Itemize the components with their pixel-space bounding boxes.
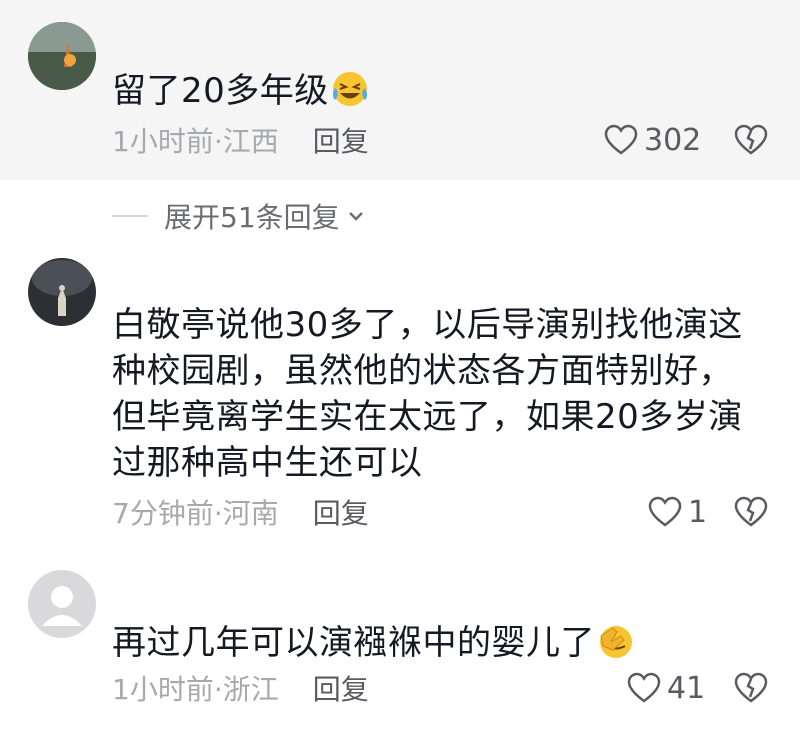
comment-item: 再过几年可以演襁褓中的婴儿了 1小时前·浙江 回复 41: [0, 560, 800, 741]
like-count: 1: [688, 494, 708, 530]
like-button[interactable]: 302: [604, 120, 701, 160]
divider: [112, 215, 148, 217]
broken-heart-icon[interactable]: [734, 671, 768, 705]
comment-meta: 1小时前·江西 回复: [112, 120, 369, 160]
heart-icon: [648, 496, 682, 527]
comment-item: 白敬亭说他30多了，以后导演别找他演这种校园剧，虽然他的状态各方面特别好，但毕竟…: [0, 250, 800, 550]
avatar[interactable]: [28, 258, 96, 326]
broken-heart-icon[interactable]: [734, 495, 768, 529]
expand-replies-button[interactable]: 展开51条回复: [112, 196, 366, 236]
time-location: 7分钟前·河南: [112, 497, 279, 530]
facepalm-emoji: [597, 622, 635, 660]
reply-button[interactable]: 回复: [313, 492, 369, 532]
reply-button[interactable]: 回复: [313, 668, 369, 708]
comment-meta: 1小时前·浙江 回复: [112, 668, 369, 708]
chevron-down-icon: [348, 212, 363, 221]
like-count: 302: [644, 122, 702, 158]
laughing-crying-emoji: [331, 70, 369, 108]
time-location: 1小时前·江西: [112, 125, 279, 158]
comment-item: 留了20多年级 1小时前·江西 回复 302: [0, 0, 800, 180]
broken-heart-icon[interactable]: [734, 123, 768, 157]
comment-text: 留了20多年级: [112, 68, 760, 114]
heart-icon: [627, 672, 661, 703]
reply-button[interactable]: 回复: [313, 120, 369, 160]
avatar[interactable]: [28, 22, 96, 90]
like-count: 41: [667, 670, 706, 706]
avatar[interactable]: [28, 570, 96, 638]
time-location: 1小时前·浙江: [112, 673, 279, 706]
comment-text: 白敬亭说他30多了，以后导演别找他演这种校园剧，虽然他的状态各方面特别好，但毕竟…: [112, 305, 743, 483]
like-button[interactable]: 1: [648, 492, 707, 532]
heart-icon: [604, 124, 638, 155]
expand-replies-label: 展开51条回复: [164, 201, 340, 234]
like-button[interactable]: 41: [627, 668, 705, 708]
comment-meta: 7分钟前·河南 回复: [112, 492, 369, 532]
comment-text: 再过几年可以演襁褓中的婴儿了: [112, 620, 760, 666]
